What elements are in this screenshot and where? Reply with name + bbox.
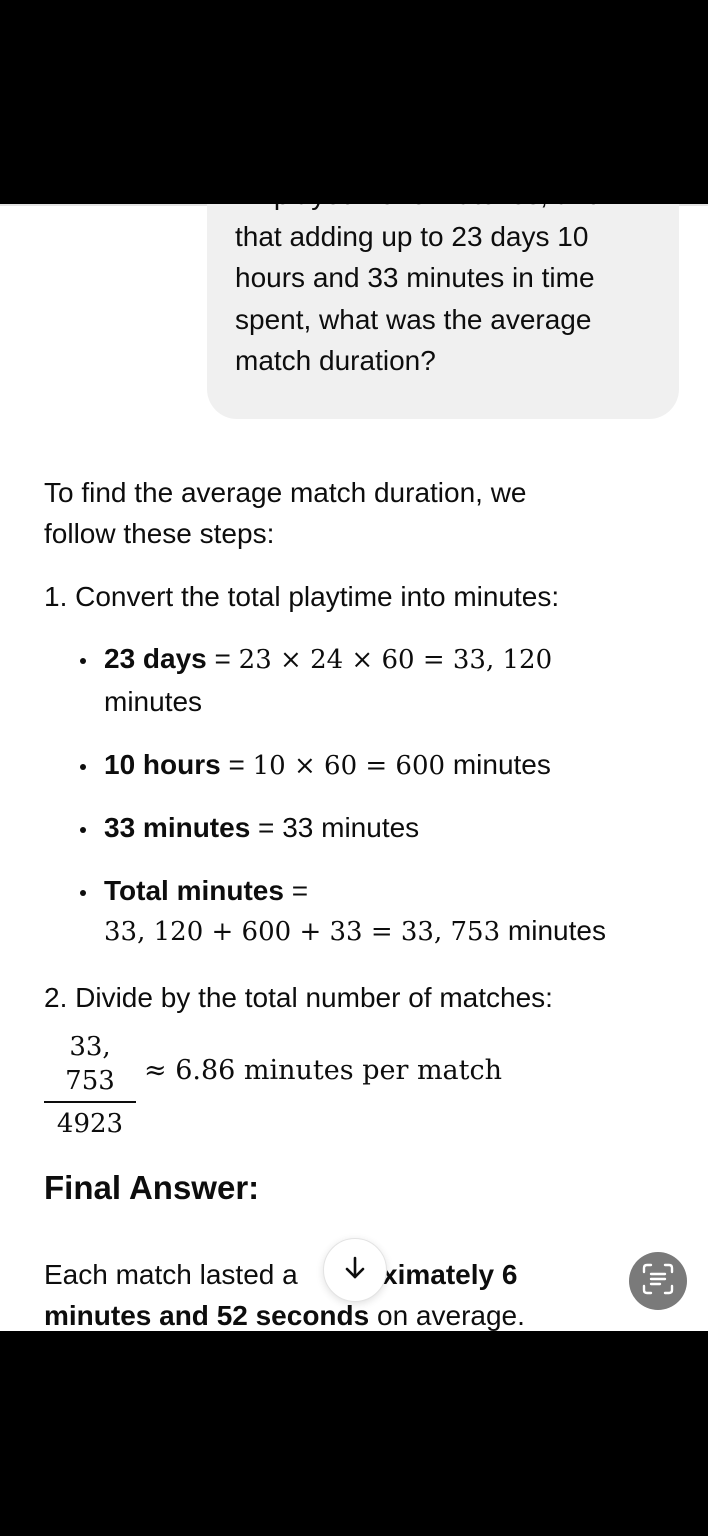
equals-sign: = [206,643,239,674]
answer-intro: To find the average match duration, we [44,477,527,508]
user-message-line: spent, what was the average [235,303,592,335]
bullet-label: 10 hours [104,749,221,780]
final-answer-line-2: minutes and 52 seconds on average. [44,1295,525,1331]
bullet-days: 23 days = 23 × 24 × 60 = 33, 120 [104,638,552,681]
top-black-bar [0,0,708,204]
final-answer-line-1: Each match lasted a [44,1254,298,1295]
bullet-label: Total minutes [104,875,284,906]
scroll-down-button[interactable] [323,1238,387,1302]
user-message-line: hours and 33 minutes in time [235,262,595,293]
step-2-text: 2. Divide by the total number of matches… [44,982,553,1013]
unit-text: minutes [500,915,606,946]
fraction: 33, 753 4923 [44,1030,136,1141]
user-message-line: match duration? [235,345,436,376]
math-expression: 33, 120 + 600 + 33 = 33, 753 [104,917,501,947]
math-expression: 10 × 60 = 600 [252,751,446,781]
user-message-line: that adding up to 23 days 10 [235,220,589,252]
fraction-numerator: 33, 753 [65,1032,115,1096]
unit-text: minutes [445,749,551,780]
user-message-line: If I played 4923 matches, and [235,204,655,216]
final-answer-heading: Final Answer: [44,1169,260,1206]
fraction-bar [44,1101,136,1103]
bullet-label: 23 days [104,643,207,674]
answer-intro: follow these steps: [44,518,275,549]
bullet-dot [80,764,86,770]
bullet-label: 33 minutes [104,812,251,843]
final-bold-text: minutes and 52 seconds [44,1300,370,1331]
text-scan-button[interactable] [629,1252,687,1310]
bullet-hours: 10 hours = 10 × 60 = 600 minutes [104,744,551,787]
fraction-denominator: 4923 [56,1109,124,1139]
bullet-dot [80,890,86,896]
equals-sign: = [220,749,253,780]
value-text: 33 minutes [282,812,420,843]
final-prefix: Each match lasted a [44,1259,298,1290]
bullet-dot [80,827,86,833]
equals-sign: = [283,875,309,906]
step-1-text: 1. Convert the total playtime into minut… [44,581,560,612]
text-scan-icon [641,1262,675,1301]
bullet-minutes: 33 minutes = 33 minutes [104,807,419,848]
final-answer-bold-visible: ximately 6 [382,1259,518,1290]
arrow-down-icon [343,1255,367,1286]
bullet-total: Total minutes = [104,870,308,911]
bottom-black-bar [0,1331,708,1536]
final-rest-text: on average. [369,1300,525,1331]
chat-screen: If I played 4923 matches, and that addin… [0,204,708,1331]
equals-sign: = [250,812,283,843]
bullet-dot [80,658,86,664]
fraction-result: ≈ 6.86 minutes per match [144,1055,503,1086]
bullet-total-expression: 33, 120 + 600 + 33 = 33, 753 minutes [104,910,606,953]
bullet-days-cont: minutes [104,686,203,717]
user-message-bubble: If I played 4923 matches, and that addin… [207,204,679,419]
math-expression: 23 × 24 × 60 = 33, 120 [238,645,553,675]
